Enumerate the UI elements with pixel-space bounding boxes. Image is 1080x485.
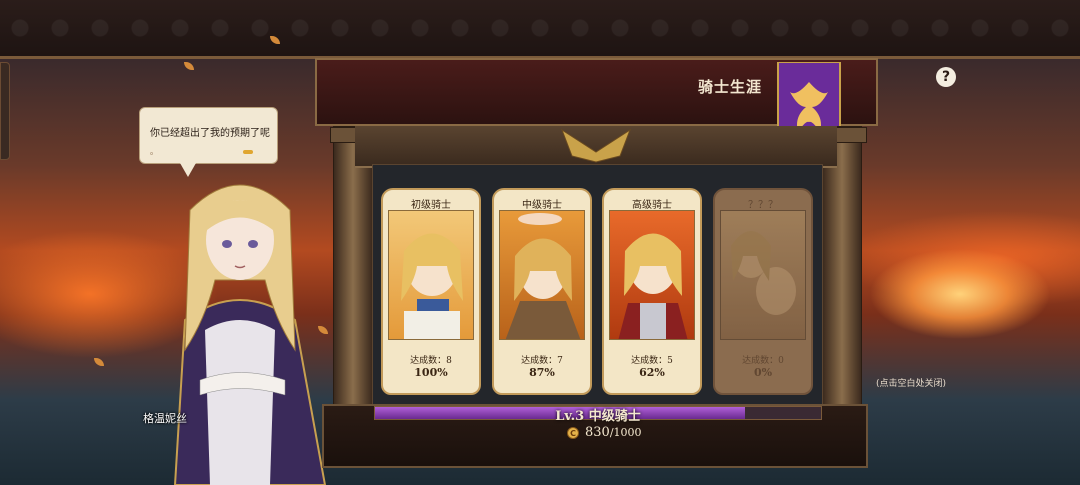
career-card-beginner[interactable]: 初级骑士 达成数：8 100% xyxy=(381,188,481,395)
card-percent: 62% xyxy=(639,366,665,379)
coin-icon: C xyxy=(567,427,579,439)
card-portrait xyxy=(609,210,695,340)
left-pillar xyxy=(330,126,378,438)
level-label: Lv.3 中级骑士 xyxy=(555,409,641,424)
currency-current: 830 xyxy=(585,425,610,440)
card-percent: 100% xyxy=(414,366,448,379)
speaker-name: 格温妮丝 xyxy=(143,412,187,425)
card-achievement-count: 达成数：8 xyxy=(410,356,452,366)
dialogue-subtext: 。 xyxy=(150,147,158,156)
card-achievement-count: 达成数：7 xyxy=(521,356,563,366)
speech-bubble[interactable]: 你已经超出了我的预期了呢 。 xyxy=(139,107,278,177)
card-portrait xyxy=(499,210,585,340)
career-card-intermediate[interactable]: 中级骑士 达成数：7 87% xyxy=(492,188,592,395)
card-label: 中级骑士 xyxy=(522,200,562,211)
card-achievement-count: 达成数：0 xyxy=(742,356,784,366)
frame-arch xyxy=(355,126,837,168)
continue-indicator-icon xyxy=(243,150,253,154)
career-card-locked[interactable]: ？？？ 达成数：0 0% xyxy=(713,188,813,395)
card-portrait xyxy=(720,210,806,340)
wing-ornament-icon xyxy=(560,128,632,163)
card-label: ？？？ xyxy=(748,200,778,211)
career-card-advanced[interactable]: 高级骑士 达成数：5 62% xyxy=(602,188,702,395)
currency-max: /1000 xyxy=(609,426,642,439)
card-percent: 87% xyxy=(529,366,555,379)
right-pillar xyxy=(819,126,867,438)
close-hint: (点击空白处关闭) xyxy=(876,379,947,389)
page-title: 骑士生涯 xyxy=(698,78,763,96)
card-percent: 0% xyxy=(753,366,773,379)
card-label: 初级骑士 xyxy=(411,200,451,211)
character-portrait xyxy=(173,184,327,485)
card-label: 高级骑士 xyxy=(632,200,672,211)
top-ornament-band xyxy=(0,0,1080,59)
side-tab[interactable] xyxy=(0,62,10,160)
currency-amount: 830/1000 xyxy=(585,425,642,440)
help-button[interactable]: ? xyxy=(936,67,956,87)
card-achievement-count: 达成数：5 xyxy=(631,356,673,366)
card-portrait xyxy=(388,210,474,340)
dialogue-text: 你已经超出了我的预期了呢 xyxy=(150,128,270,139)
